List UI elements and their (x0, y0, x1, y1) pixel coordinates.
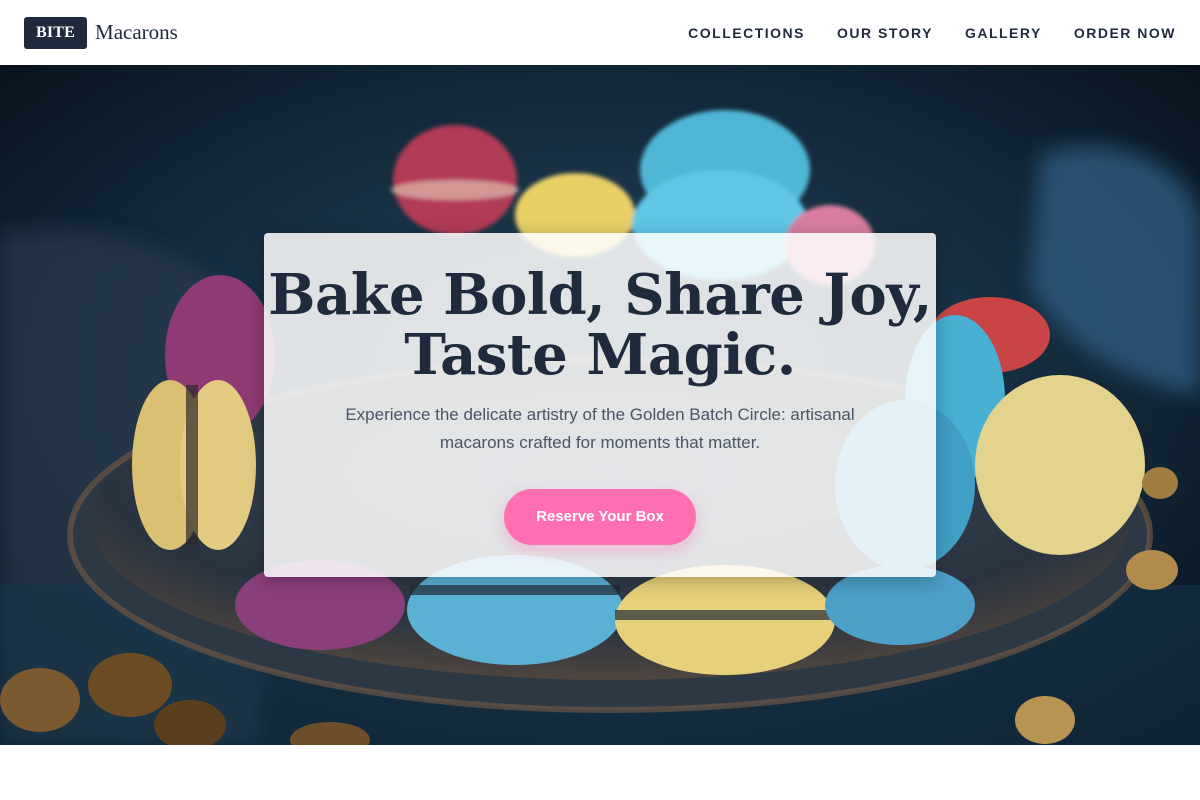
brand-logo[interactable]: BITE Macarons (24, 16, 178, 49)
nav-link-our-story[interactable]: OUR STORY (837, 25, 933, 41)
nav-link-gallery[interactable]: GALLERY (965, 25, 1042, 41)
site-header: BITE Macarons COLLECTIONS OUR STORY GALL… (0, 0, 1200, 65)
hero-title: Bake Bold, Share Joy, Taste Magic. (264, 233, 936, 385)
logo-wordmark: Macarons (95, 20, 178, 44)
main-nav: COLLECTIONS OUR STORY GALLERY ORDER NOW (688, 0, 1176, 65)
page-below-fold (0, 745, 1200, 800)
hero-title-line-2: Taste Magic. (404, 322, 796, 388)
reserve-box-button[interactable]: Reserve Your Box (504, 489, 696, 545)
nav-link-collections[interactable]: COLLECTIONS (688, 25, 805, 41)
hero-card: Bake Bold, Share Joy, Taste Magic. Exper… (264, 233, 936, 577)
hero-section: Bake Bold, Share Joy, Taste Magic. Exper… (0, 65, 1200, 745)
hero-title-line-1: Bake Bold, Share Joy, (268, 262, 932, 328)
nav-link-order-now[interactable]: ORDER NOW (1074, 25, 1176, 41)
logo-badge: BITE (24, 16, 88, 49)
hero-subtitle: Experience the delicate artistry of the … (345, 405, 855, 452)
